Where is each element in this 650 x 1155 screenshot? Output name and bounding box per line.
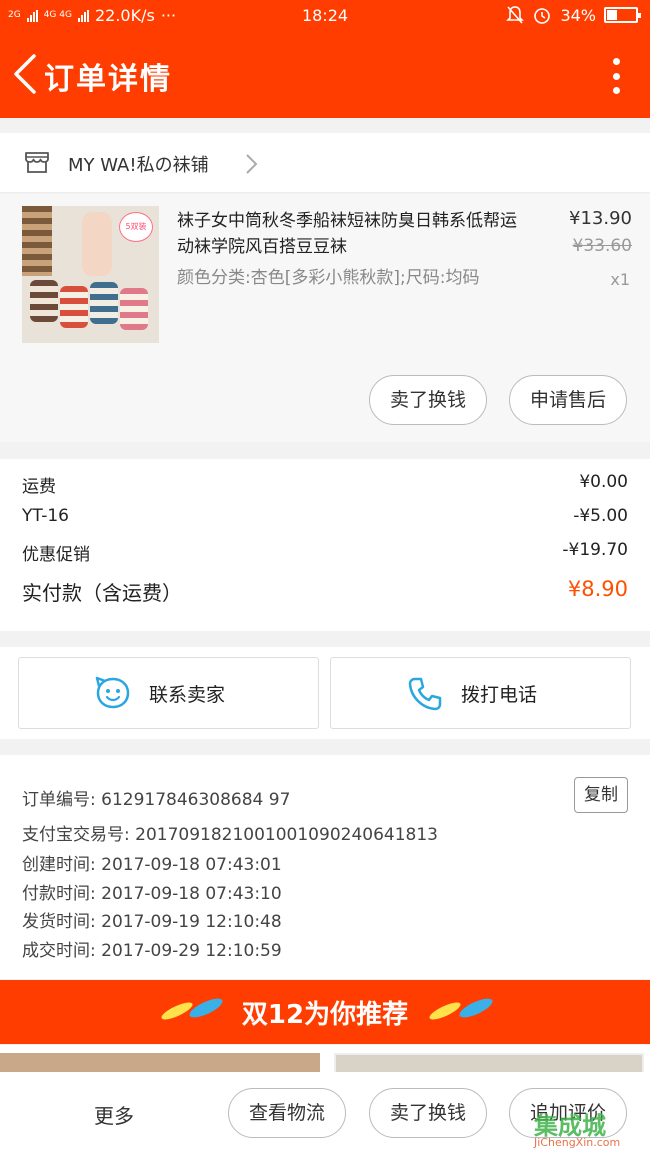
product-item[interactable]: 5双装 袜子女中筒秋冬季船袜短袜防臭日韩系低帮运动袜学院风百搭豆豆袜 颜色分类:…	[0, 194, 650, 442]
call-phone-label: 拨打电话	[461, 684, 538, 706]
recommend-banner: 双12为你推荐	[0, 980, 650, 1044]
recommend-list	[0, 1045, 650, 1075]
product-name[interactable]: 袜子女中筒秋冬季船袜短袜防臭日韩系低帮运动袜学院风百搭豆豆袜	[177, 208, 517, 260]
bell-mute-icon	[506, 6, 525, 24]
summary-label: 优惠促销	[22, 545, 90, 565]
shop-row[interactable]: MY WA!私の袜铺	[0, 133, 650, 193]
total-label: 实付款（含运费）	[22, 581, 182, 605]
thumb-tag: 5双装	[119, 212, 153, 242]
battery-icon	[604, 7, 641, 23]
status-bar: 2G 4G 4G 22.0K/s ··· 18:24 34%	[0, 0, 650, 32]
after-sale-button[interactable]: 申请售后	[509, 375, 627, 425]
summary-label: 运费	[22, 477, 56, 497]
alipay-trade-number: 支付宝交易号: 2017091821001001090240641813	[22, 825, 438, 845]
product-quantity: x1	[610, 270, 630, 289]
created-time: 创建时间: 2017-09-18 07:43:01	[22, 855, 282, 875]
copy-button[interactable]: 复制	[574, 777, 628, 813]
recommend-title: 双12为你推荐	[241, 1000, 409, 1030]
resell-button[interactable]: 卖了换钱	[369, 375, 487, 425]
order-number: 订单编号: 612917846308684 97	[22, 790, 291, 810]
summary-label: YT-16	[22, 506, 69, 526]
phone-icon	[408, 677, 442, 711]
summary-value: ¥0.00	[579, 472, 628, 492]
call-phone-button[interactable]: 拨打电话	[330, 657, 631, 729]
page-title: 订单详情	[44, 62, 172, 97]
summary-row-promotion: 优惠促销 -¥19.70	[22, 540, 628, 570]
shipped-time: 发货时间: 2017-09-19 12:10:48	[22, 912, 282, 932]
paid-time: 付款时间: 2017-09-18 07:43:10	[22, 884, 282, 904]
order-info: 订单编号: 612917846308684 97 复制 支付宝交易号: 2017…	[0, 755, 650, 979]
summary-row-coupon: YT-16 -¥5.00	[22, 506, 628, 536]
completed-time: 成交时间: 2017-09-29 12:10:59	[22, 941, 282, 961]
battery-percent: 34%	[560, 5, 596, 25]
alarm-icon	[534, 8, 551, 24]
view-logistics-button[interactable]: 查看物流	[228, 1088, 346, 1138]
product-spec: 颜色分类:杏色[多彩小熊秋款];尺码:均码	[177, 268, 480, 288]
chevron-right-icon	[246, 154, 258, 174]
store-icon	[25, 152, 49, 173]
back-arrow-icon[interactable]	[10, 52, 40, 96]
more-menu-icon[interactable]	[612, 58, 620, 94]
app-header: 订单详情	[0, 32, 650, 118]
contact-seller-label: 联系卖家	[149, 684, 226, 706]
summary-row-shipping: 运费 ¥0.00	[22, 472, 628, 502]
total-value: ¥8.90	[567, 577, 628, 601]
summary-value: -¥5.00	[573, 506, 628, 526]
more-button[interactable]: 更多	[94, 1100, 134, 1129]
product-price: ¥13.90	[569, 208, 632, 229]
price-summary: 运费 ¥0.00 YT-16 -¥5.00 优惠促销 -¥19.70 实付款（含…	[0, 459, 650, 631]
summary-row-total: 实付款（含运费） ¥8.90	[22, 577, 628, 607]
product-thumbnail[interactable]: 5双装	[22, 206, 159, 343]
contact-section: 联系卖家 拨打电话	[0, 647, 650, 739]
watermark-sub: JiChengXin.com	[534, 1136, 621, 1149]
shop-name: MY WA!私の袜铺	[68, 155, 209, 176]
chat-face-icon	[95, 676, 130, 709]
contact-seller-button[interactable]: 联系卖家	[18, 657, 319, 729]
product-original-price: ¥33.60	[572, 236, 632, 256]
summary-value: -¥19.70	[562, 540, 628, 560]
resell-bottom-button[interactable]: 卖了换钱	[369, 1088, 487, 1138]
site-watermark: 集成城 JiChengXin.com	[534, 1106, 650, 1155]
